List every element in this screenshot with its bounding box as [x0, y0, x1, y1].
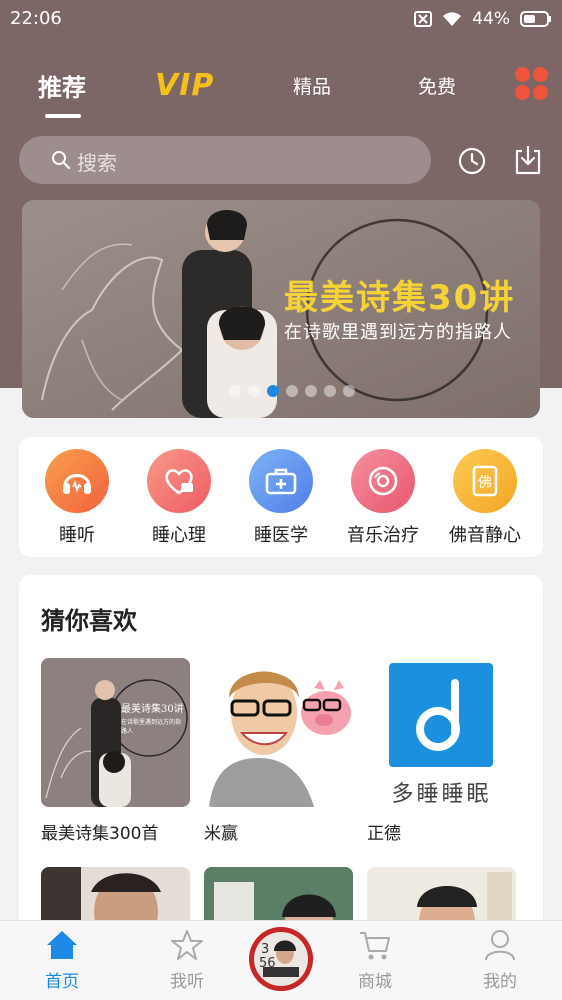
category-label: 音乐治疗	[347, 525, 419, 546]
tab-vip[interactable]: VIP	[155, 68, 214, 103]
category-row: 睡听 睡心理 睡医学 音乐治疗 佛 佛音静心	[19, 437, 543, 557]
star-icon	[171, 930, 203, 960]
buddha-book-icon: 佛	[453, 449, 517, 513]
status-icons: 44%	[414, 9, 552, 29]
category-sleep-psychology[interactable]: 睡心理	[129, 449, 229, 547]
medical-kit-icon	[249, 449, 313, 513]
battery-icon	[520, 11, 551, 27]
search-input[interactable]: 搜索	[19, 136, 431, 184]
status-bar: 22:06 44%	[0, 0, 562, 40]
category-sleep-listen[interactable]: 睡听	[27, 449, 127, 547]
tab-recommend[interactable]: 推荐	[38, 68, 86, 103]
banner-subtitle: 在诗歌里遇到远方的指路人	[284, 322, 512, 343]
svg-text:56: 56	[259, 956, 276, 971]
nav-shop[interactable]: 商城	[335, 929, 415, 992]
pagination-dot[interactable]	[229, 385, 241, 397]
category-grid-icon[interactable]	[515, 67, 549, 101]
heart-chat-icon	[147, 449, 211, 513]
album-cover: 多睡睡眠	[367, 658, 516, 807]
category-music-therapy[interactable]: 音乐治疗	[333, 449, 433, 547]
nav-label: 我的	[483, 972, 517, 992]
pagination-dot[interactable]	[248, 385, 260, 397]
status-time: 22:06	[10, 8, 62, 29]
top-tabs: 推荐 VIP 精品 免费	[0, 60, 562, 120]
cart-icon	[360, 932, 390, 960]
svg-text:佛: 佛	[478, 475, 492, 491]
nav-home[interactable]: 首页	[22, 929, 102, 992]
download-icon[interactable]	[513, 145, 543, 177]
category-label: 佛音静心	[449, 525, 521, 546]
category-buddhist-meditation[interactable]: 佛 佛音静心	[435, 449, 535, 547]
banner-title: 最美诗集30讲	[284, 278, 516, 318]
wifi-icon	[443, 12, 462, 26]
search-icon	[52, 151, 71, 170]
album-cover-subtitle: 在诗歌里遇到远方的指路人	[121, 719, 182, 735]
svg-text:3: 3	[261, 942, 269, 957]
pagination-dot[interactable]	[305, 385, 317, 397]
headphones-icon	[45, 449, 109, 513]
nav-listen[interactable]: 我听	[147, 929, 227, 992]
pagination-dot[interactable]	[267, 385, 279, 397]
pagination-dot[interactable]	[343, 385, 355, 397]
album-card[interactable]: 米赢	[204, 658, 354, 844]
pagination-dot[interactable]	[286, 385, 298, 397]
album-cover: 最美诗集30讲 在诗歌里遇到远方的指路人	[41, 658, 190, 807]
history-clock-icon[interactable]	[457, 146, 487, 176]
tab-premium[interactable]: 精品	[293, 72, 331, 99]
album-card[interactable]: 多睡睡眠 正德	[367, 658, 517, 844]
tab-active-indicator	[45, 114, 81, 118]
nav-label: 我听	[170, 972, 204, 992]
bottom-navigation: 首页 我听 3 56 商城 我的	[0, 920, 562, 1000]
sim-off-icon	[414, 11, 433, 27]
tab-free[interactable]: 免费	[418, 72, 456, 99]
app-logo-text: 多睡睡眠	[391, 782, 492, 807]
section-title: 猜你喜欢	[41, 607, 137, 635]
album-title: 米赢	[204, 824, 238, 844]
search-placeholder: 搜索	[77, 151, 117, 175]
pagination-dot[interactable]	[324, 385, 336, 397]
nav-profile[interactable]: 我的	[460, 929, 540, 992]
album-cover-title: 最美诗集30讲	[121, 704, 184, 715]
disc-icon	[351, 449, 415, 513]
category-sleep-medicine[interactable]: 睡医学	[231, 449, 331, 547]
category-label: 睡听	[59, 525, 95, 546]
album-cover	[204, 658, 353, 807]
person-icon	[485, 930, 515, 961]
promo-banner[interactable]: 最美诗集30讲 在诗歌里遇到远方的指路人	[22, 200, 540, 418]
album-title: 正德	[367, 824, 401, 844]
banner-pagination	[229, 385, 355, 397]
album-card[interactable]: 最美诗集30讲 在诗歌里遇到远方的指路人 最美诗集300首	[41, 658, 191, 844]
now-playing-button[interactable]: 3 56	[249, 927, 313, 991]
category-label: 睡心理	[152, 525, 206, 546]
note-d-icon	[416, 679, 460, 751]
battery-percent: 44%	[472, 9, 510, 29]
album-title: 最美诗集300首	[41, 824, 159, 844]
home-icon	[47, 931, 77, 959]
nav-label: 首页	[45, 972, 79, 992]
nav-label: 商城	[358, 972, 392, 992]
category-label: 睡医学	[254, 525, 308, 546]
